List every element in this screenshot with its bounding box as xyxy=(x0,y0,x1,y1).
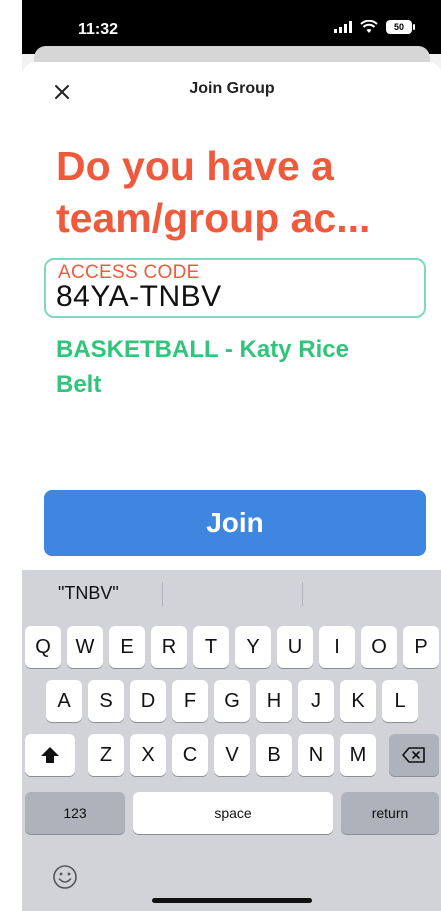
key-w[interactable]: W xyxy=(67,626,103,668)
battery-icon: 50 xyxy=(386,20,415,34)
key-u[interactable]: U xyxy=(277,626,313,668)
status-time: 11:32 xyxy=(78,21,119,38)
key-p[interactable]: P xyxy=(403,626,439,668)
backspace-icon xyxy=(402,747,425,763)
shift-key[interactable] xyxy=(25,734,75,776)
shift-icon xyxy=(41,747,59,763)
close-button[interactable] xyxy=(50,80,74,104)
key-i[interactable]: I xyxy=(319,626,355,668)
key-b[interactable]: B xyxy=(256,734,292,776)
keyboard: "TNBV" Q W E R T Y U I O P A S D F G H J… xyxy=(22,570,441,911)
key-e[interactable]: E xyxy=(109,626,145,668)
key-n[interactable]: N xyxy=(298,734,334,776)
key-x[interactable]: X xyxy=(130,734,166,776)
key-z[interactable]: Z xyxy=(88,734,124,776)
key-c[interactable]: C xyxy=(172,734,208,776)
suggestion-divider xyxy=(302,582,303,606)
wifi-icon xyxy=(360,20,378,34)
key-v[interactable]: V xyxy=(214,734,250,776)
key-k[interactable]: K xyxy=(340,680,376,722)
emoji-button[interactable] xyxy=(50,862,80,892)
group-name: BASKETBALL - Katy Rice Belt xyxy=(56,336,349,398)
key-g[interactable]: G xyxy=(214,680,250,722)
status-icons: 50 xyxy=(334,20,415,34)
key-s[interactable]: S xyxy=(88,680,124,722)
suggestion-1[interactable]: "TNBV" xyxy=(58,570,119,616)
key-o[interactable]: O xyxy=(361,626,397,668)
key-h[interactable]: H xyxy=(256,680,292,722)
key-f[interactable]: F xyxy=(172,680,208,722)
numbers-key[interactable]: 123 xyxy=(25,792,125,834)
access-code-field[interactable]: ACCESS CODE xyxy=(44,258,426,318)
join-button[interactable]: Join xyxy=(44,490,426,556)
key-m[interactable]: M xyxy=(340,734,376,776)
key-a[interactable]: A xyxy=(46,680,82,722)
return-key[interactable]: return xyxy=(341,792,439,834)
key-r[interactable]: R xyxy=(151,626,187,668)
key-y[interactable]: Y xyxy=(235,626,271,668)
home-indicator[interactable] xyxy=(152,898,312,903)
close-icon xyxy=(55,85,69,99)
backspace-key[interactable] xyxy=(389,734,439,776)
emoji-icon xyxy=(53,865,77,889)
key-t[interactable]: T xyxy=(193,626,229,668)
key-d[interactable]: D xyxy=(130,680,166,722)
key-j[interactable]: J xyxy=(298,680,334,722)
suggestion-bar: "TNBV" xyxy=(22,570,441,616)
headline: Do you have a team/group ac... xyxy=(56,143,371,241)
key-l[interactable]: L xyxy=(382,680,418,722)
suggestion-divider xyxy=(162,582,163,606)
phone-screen: 11:32 50 Join Group Do you have a team/g… xyxy=(22,0,441,911)
signal-icon xyxy=(334,21,352,33)
space-key[interactable]: space xyxy=(133,792,333,834)
key-q[interactable]: Q xyxy=(25,626,61,668)
access-code-input[interactable] xyxy=(56,280,416,314)
page-title: Join Group xyxy=(189,80,275,97)
